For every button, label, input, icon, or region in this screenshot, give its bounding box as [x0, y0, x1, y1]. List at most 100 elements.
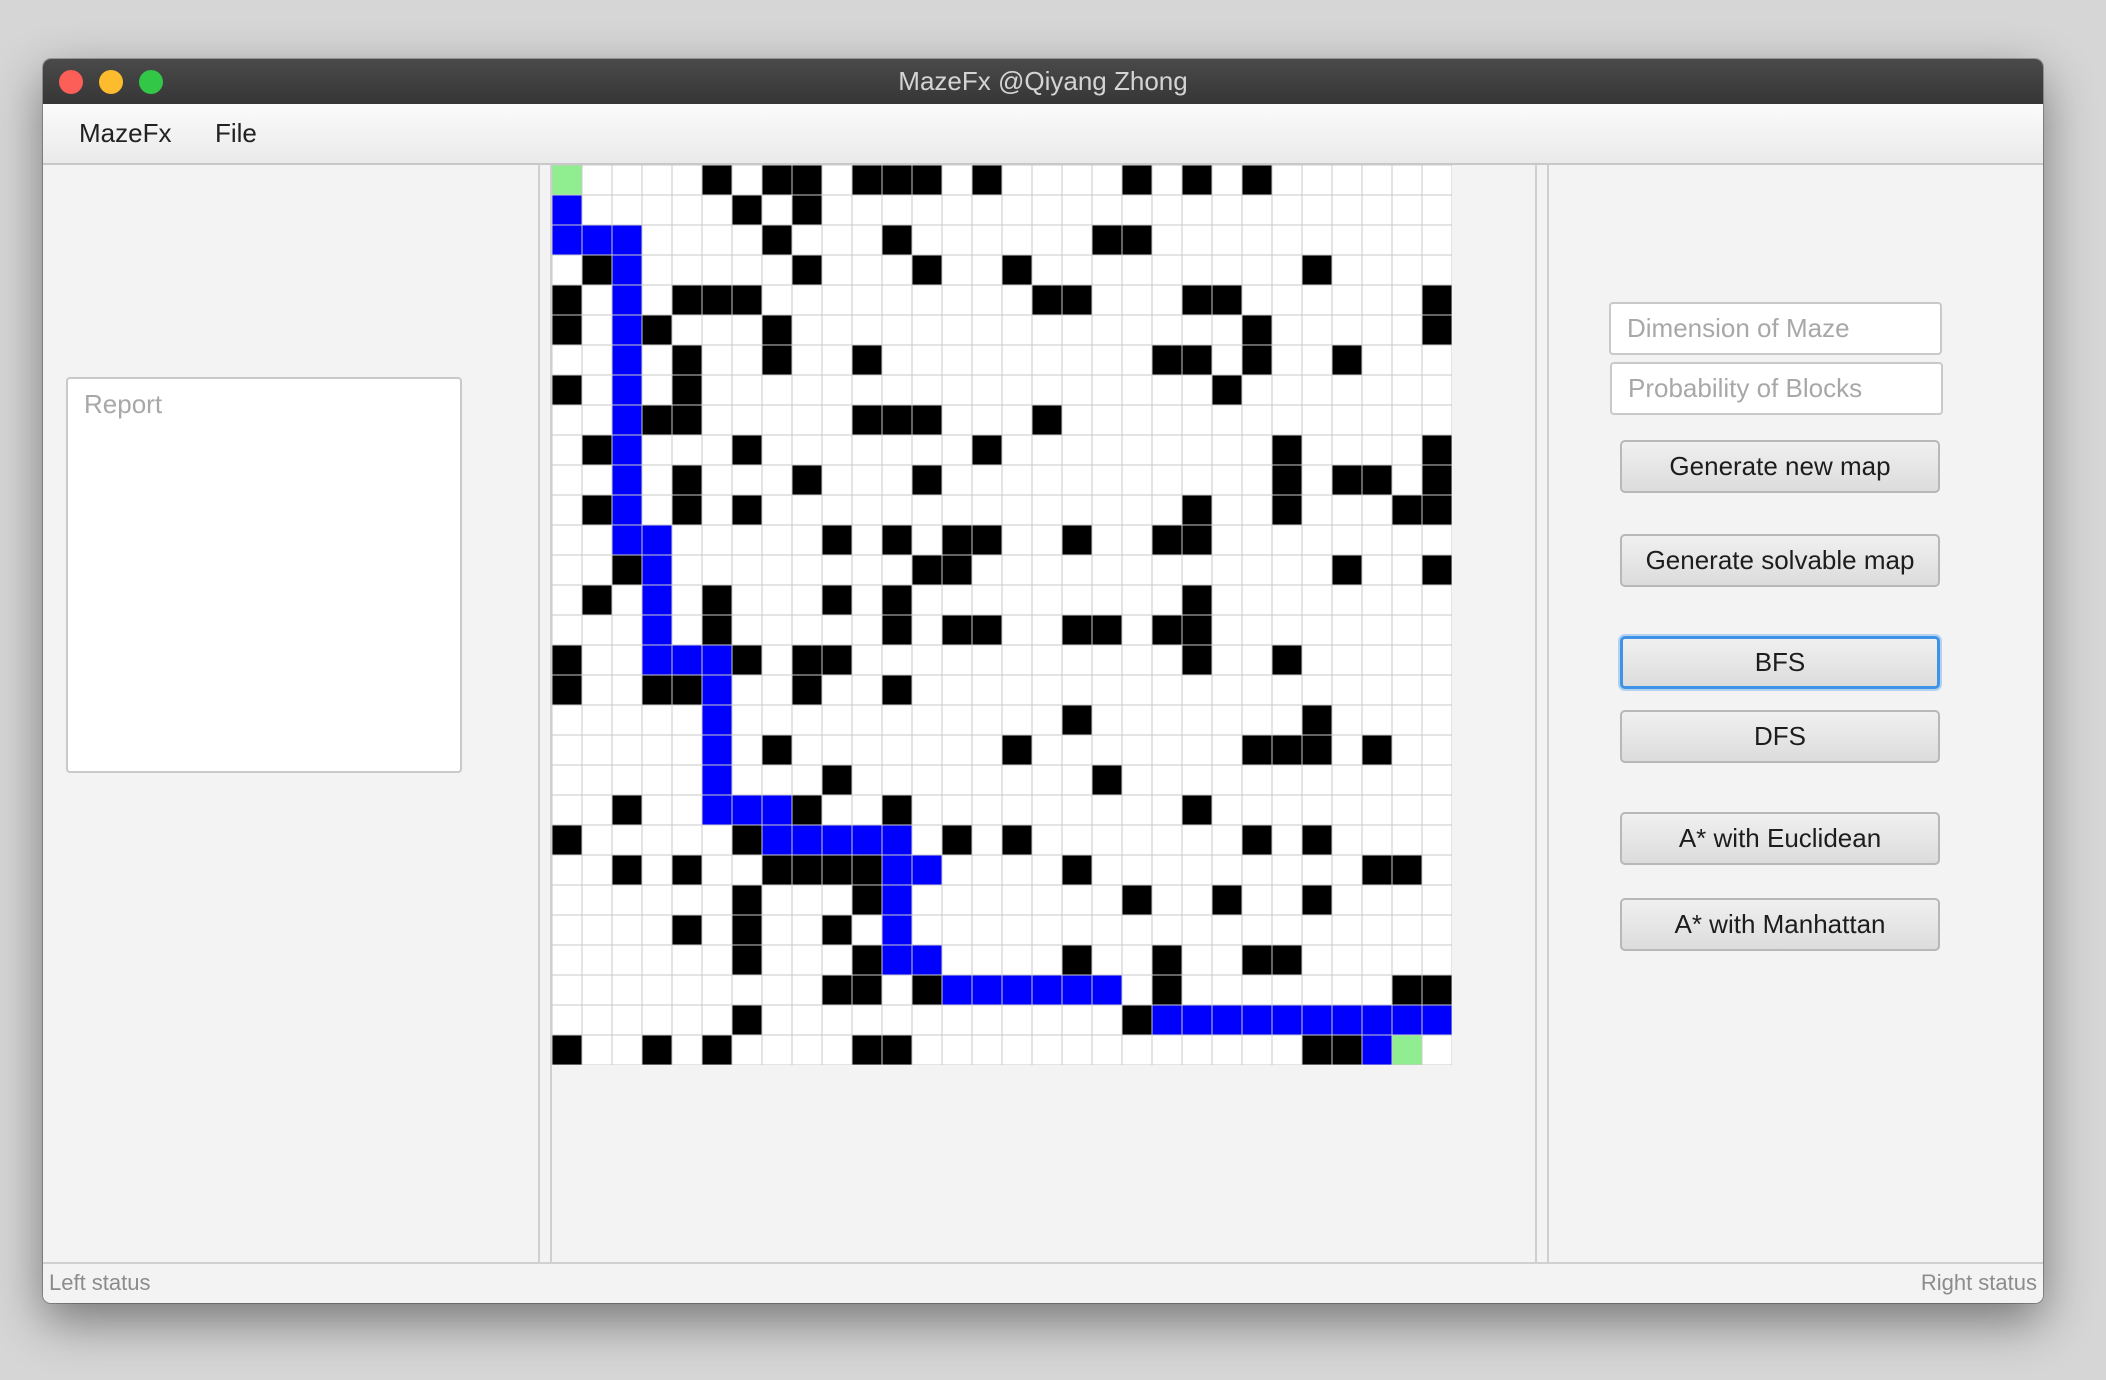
- maze-empty-cell[interactable]: [911, 344, 943, 376]
- maze-empty-cell[interactable]: [1211, 224, 1243, 256]
- maze-wall-cell[interactable]: [1271, 734, 1303, 766]
- maze-empty-cell[interactable]: [1421, 524, 1452, 556]
- maze-empty-cell[interactable]: [731, 704, 763, 736]
- maze-empty-cell[interactable]: [1061, 434, 1093, 466]
- maze-wall-cell[interactable]: [1331, 464, 1363, 496]
- maze-wall-cell[interactable]: [1211, 374, 1243, 406]
- maze-empty-cell[interactable]: [1211, 194, 1243, 226]
- maze-wall-cell[interactable]: [881, 584, 913, 616]
- maze-empty-cell[interactable]: [941, 374, 973, 406]
- maze-wall-cell[interactable]: [581, 584, 613, 616]
- maze-empty-cell[interactable]: [1421, 254, 1452, 286]
- maze-wall-cell[interactable]: [1061, 614, 1093, 646]
- maze-empty-cell[interactable]: [552, 254, 583, 286]
- maze-empty-cell[interactable]: [581, 974, 613, 1006]
- maze-empty-cell[interactable]: [821, 704, 853, 736]
- maze-empty-cell[interactable]: [581, 794, 613, 826]
- close-window-button[interactable]: [59, 70, 83, 94]
- maze-empty-cell[interactable]: [701, 464, 733, 496]
- maze-empty-cell[interactable]: [1091, 734, 1123, 766]
- maze-wall-cell[interactable]: [1391, 494, 1423, 526]
- maze-empty-cell[interactable]: [911, 704, 943, 736]
- maze-empty-cell[interactable]: [1241, 764, 1273, 796]
- maze-wall-cell[interactable]: [851, 884, 883, 916]
- maze-empty-cell[interactable]: [1091, 584, 1123, 616]
- maze-empty-cell[interactable]: [1391, 674, 1423, 706]
- maze-empty-cell[interactable]: [1391, 194, 1423, 226]
- maze-empty-cell[interactable]: [1361, 404, 1393, 436]
- maze-empty-cell[interactable]: [821, 494, 853, 526]
- maze-wall-cell[interactable]: [911, 464, 943, 496]
- maze-empty-cell[interactable]: [1241, 524, 1273, 556]
- maze-wall-cell[interactable]: [821, 764, 853, 796]
- maze-empty-cell[interactable]: [552, 794, 583, 826]
- maze-empty-cell[interactable]: [821, 614, 853, 646]
- maze-empty-cell[interactable]: [1151, 224, 1183, 256]
- maze-wall-cell[interactable]: [1301, 1034, 1333, 1065]
- maze-empty-cell[interactable]: [1211, 974, 1243, 1006]
- maze-empty-cell[interactable]: [1271, 614, 1303, 646]
- maze-empty-cell[interactable]: [1391, 374, 1423, 406]
- maze-empty-cell[interactable]: [1091, 194, 1123, 226]
- maze-empty-cell[interactable]: [641, 944, 673, 976]
- maze-empty-cell[interactable]: [791, 944, 823, 976]
- maze-empty-cell[interactable]: [581, 524, 613, 556]
- maze-wall-cell[interactable]: [791, 194, 823, 226]
- maze-empty-cell[interactable]: [1391, 734, 1423, 766]
- maze-wall-cell[interactable]: [971, 434, 1003, 466]
- maze-empty-cell[interactable]: [761, 284, 793, 316]
- maze-wall-cell[interactable]: [1301, 704, 1333, 736]
- maze-path-cell[interactable]: [1361, 1004, 1393, 1036]
- maze-empty-cell[interactable]: [641, 434, 673, 466]
- maze-wall-cell[interactable]: [581, 494, 613, 526]
- maze-empty-cell[interactable]: [731, 224, 763, 256]
- maze-empty-cell[interactable]: [761, 584, 793, 616]
- maze-empty-cell[interactable]: [581, 1034, 613, 1065]
- maze-empty-cell[interactable]: [1151, 404, 1183, 436]
- maze-empty-cell[interactable]: [611, 824, 643, 856]
- maze-empty-cell[interactable]: [1211, 165, 1243, 196]
- maze-empty-cell[interactable]: [731, 524, 763, 556]
- maze-empty-cell[interactable]: [1241, 494, 1273, 526]
- maze-empty-cell[interactable]: [641, 914, 673, 946]
- maze-path-cell[interactable]: [821, 824, 853, 856]
- maze-empty-cell[interactable]: [1391, 224, 1423, 256]
- maze-empty-cell[interactable]: [791, 434, 823, 466]
- maze-empty-cell[interactable]: [1241, 614, 1273, 646]
- maze-empty-cell[interactable]: [1031, 494, 1063, 526]
- maze-empty-cell[interactable]: [1181, 824, 1213, 856]
- maze-wall-cell[interactable]: [1151, 344, 1183, 376]
- maze-empty-cell[interactable]: [1211, 944, 1243, 976]
- maze-empty-cell[interactable]: [1031, 734, 1063, 766]
- maze-empty-cell[interactable]: [1271, 314, 1303, 346]
- maze-empty-cell[interactable]: [1301, 584, 1333, 616]
- maze-empty-cell[interactable]: [671, 314, 703, 346]
- maze-empty-cell[interactable]: [731, 854, 763, 886]
- maze-empty-cell[interactable]: [1031, 944, 1063, 976]
- maze-empty-cell[interactable]: [701, 524, 733, 556]
- maze-wall-cell[interactable]: [611, 854, 643, 886]
- maze-empty-cell[interactable]: [791, 764, 823, 796]
- maze-empty-cell[interactable]: [552, 884, 583, 916]
- maze-empty-cell[interactable]: [791, 344, 823, 376]
- maze-empty-cell[interactable]: [1121, 254, 1153, 286]
- maze-wall-cell[interactable]: [611, 554, 643, 586]
- maze-empty-cell[interactable]: [1121, 344, 1153, 376]
- maze-wall-cell[interactable]: [1151, 614, 1183, 646]
- maze-empty-cell[interactable]: [1181, 464, 1213, 496]
- maze-start-cell[interactable]: [552, 165, 583, 196]
- split-divider-left[interactable]: [538, 165, 552, 1262]
- maze-empty-cell[interactable]: [791, 224, 823, 256]
- maze-empty-cell[interactable]: [1001, 524, 1033, 556]
- maze-empty-cell[interactable]: [611, 194, 643, 226]
- maze-empty-cell[interactable]: [1061, 165, 1093, 196]
- maze-empty-cell[interactable]: [671, 434, 703, 466]
- maze-empty-cell[interactable]: [1121, 824, 1153, 856]
- maze-empty-cell[interactable]: [1271, 704, 1303, 736]
- maze-empty-cell[interactable]: [1031, 914, 1063, 946]
- maze-empty-cell[interactable]: [1091, 374, 1123, 406]
- maze-path-cell[interactable]: [761, 824, 793, 856]
- maze-empty-cell[interactable]: [941, 764, 973, 796]
- maze-empty-cell[interactable]: [881, 554, 913, 586]
- maze-empty-cell[interactable]: [701, 494, 733, 526]
